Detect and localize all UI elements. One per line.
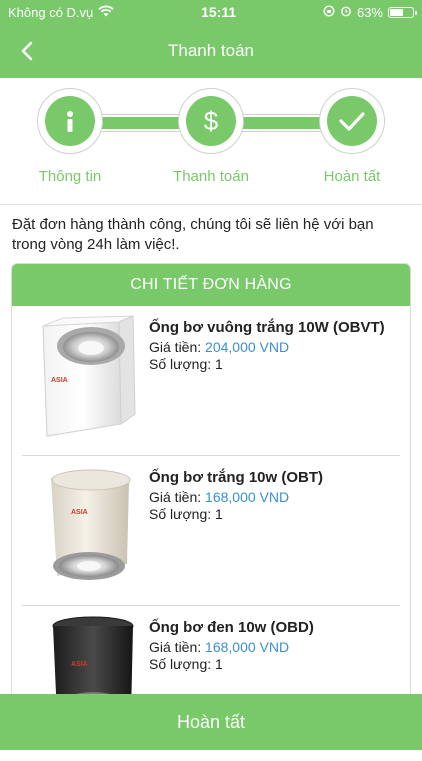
- success-message: Đặt đơn hàng thành công, chúng tôi sẽ li…: [12, 216, 374, 253]
- order-detail-title: CHI TIẾT ĐƠN HÀNG: [12, 264, 410, 306]
- brand-logo-text: ASIA: [71, 661, 88, 668]
- price-label: Giá tiền:: [149, 639, 202, 655]
- quantity-value: 1: [215, 356, 223, 372]
- info-icon: [67, 111, 73, 132]
- order-item[interactable]: ASIA Ống bơ trắng 10w (OBT) Giá tiền: 16…: [11, 456, 411, 606]
- step-payment: $: [178, 88, 244, 154]
- checkout-stepper: $ Thông tin Thanh toán Hoàn tất: [0, 78, 422, 205]
- battery-icon: [387, 6, 417, 18]
- dollar-icon: $: [204, 106, 219, 136]
- price-value: 168,000 VND: [205, 489, 290, 505]
- status-bar: Không có D.vụ 15:11 63%: [0, 0, 422, 24]
- step-label-info: Thông tin: [38, 168, 102, 185]
- orientation-lock-icon: [323, 4, 335, 20]
- brand-logo-text: ASIA: [51, 377, 68, 384]
- svg-text:$: $: [204, 106, 219, 136]
- chevron-left-icon: [21, 41, 33, 61]
- product-image-square-downlight: ASIA: [11, 306, 149, 456]
- price-value: 204,000 VND: [205, 339, 290, 355]
- step-label-payment: Thanh toán: [173, 168, 249, 185]
- quantity-value: 1: [215, 656, 223, 672]
- product-name: Ống bơ đen 10w (OBD): [149, 619, 314, 636]
- quantity-label: Số lượng:: [149, 656, 212, 672]
- order-item[interactable]: ASIA Ống bơ vuông trắng 10W (OBVT) Giá t…: [11, 306, 411, 456]
- quantity-label: Số lượng:: [149, 506, 212, 522]
- price-value: 168,000 VND: [205, 639, 290, 655]
- clock: 15:11: [201, 4, 237, 20]
- price-label: Giá tiền:: [149, 339, 202, 355]
- complete-button[interactable]: Hoàn tất: [0, 694, 422, 750]
- carrier-label: Không có D.vụ: [8, 4, 94, 20]
- step-complete: [319, 88, 385, 154]
- alarm-icon: [340, 5, 352, 20]
- page-title: Thanh toán: [167, 41, 254, 60]
- check-icon: [339, 112, 365, 131]
- product-name: Ống bơ trắng 10w (OBT): [149, 469, 323, 486]
- product-image-round-downlight-white: ASIA: [11, 456, 149, 606]
- product-name: Ống bơ vuông trắng 10W (OBVT): [149, 319, 385, 336]
- nav-bar: Thanh toán: [0, 24, 422, 78]
- wifi-icon: [98, 5, 114, 20]
- step-label-complete: Hoàn tất: [323, 168, 381, 185]
- quantity-label: Số lượng:: [149, 356, 212, 372]
- battery-fill: [389, 8, 403, 16]
- price-label: Giá tiền:: [149, 489, 202, 505]
- battery-percent: 63%: [356, 4, 383, 20]
- top-bar: Không có D.vụ 15:11 63% Thanh toán: [0, 0, 422, 78]
- brand-logo-text: ASIA: [71, 509, 88, 516]
- quantity-value: 1: [215, 506, 223, 522]
- step-info: [37, 88, 103, 154]
- back-button[interactable]: [12, 36, 42, 66]
